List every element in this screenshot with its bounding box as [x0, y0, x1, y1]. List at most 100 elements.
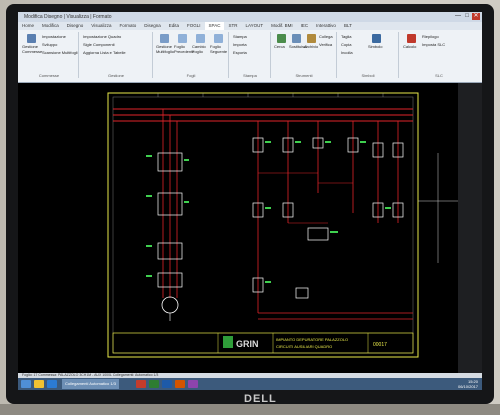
importa-button[interactable]: Importa [233, 42, 247, 47]
minimize-button[interactable]: — [454, 13, 462, 20]
symbol-icon [371, 34, 381, 43]
ribbon-group-label: Strumenti [295, 73, 313, 78]
scansione-multifogli-button[interactable]: Scansione Multifogli [42, 50, 78, 55]
title-block: GRIN IMPIANTO DEPURATORE PALAZZOLO CIRCU… [112, 332, 414, 354]
impostazione-button[interactable]: Impostazione [42, 34, 66, 39]
ribbon-group-commesse: Gestione Commesse Impostazione Sviluppo … [20, 32, 79, 78]
clock-date: 06/10/2017 [457, 384, 478, 389]
tab-interattivo[interactable]: Interattivo [312, 22, 340, 30]
browser-icon[interactable] [47, 380, 57, 388]
ribbon-group-slc: Calcolo Riepilogo Imposta SLC SLC [400, 32, 478, 78]
control-wires [257, 121, 413, 320]
tab-str[interactable]: STR [224, 22, 241, 30]
excel-icon[interactable] [149, 380, 159, 388]
copia-button[interactable]: Copia [341, 42, 351, 47]
sviluppo-button[interactable]: Sviluppo [42, 42, 57, 47]
gestione-multifoglio-button[interactable]: Gestione Multifoglio [156, 34, 174, 54]
replace-icon [291, 34, 301, 43]
control-labels [265, 141, 391, 283]
ribbon-group-stampa: Stampa Importa Esporta Stampa [230, 32, 271, 78]
calculator-icon [406, 34, 416, 43]
taglia-button[interactable]: Taglia [341, 34, 351, 39]
ribbon-group-label: Simboli [361, 73, 375, 78]
folder-icon [26, 34, 36, 43]
title-bar: Modifica Disegno | Visualizza | Formato … [18, 12, 482, 22]
ribbon-group-label: SLC [435, 73, 443, 78]
ribbon-group-label: Fogli [186, 73, 196, 78]
tab-blt[interactable]: BLT [340, 22, 356, 30]
imposta-slc-button[interactable]: Imposta SLC [422, 42, 445, 47]
arrow-right-icon [213, 34, 223, 43]
ribbon-tabs: Home Modifica Disegno Visualizza Formato… [18, 22, 482, 30]
tab-iec[interactable]: IEC [297, 22, 313, 30]
ribbon-group-label: Gestione [107, 73, 124, 78]
drawing-canvas[interactable]: GRIN IMPIANTO DEPURATORE PALAZZOLO CIRCU… [18, 83, 458, 373]
tab-spac[interactable]: SPAC [204, 22, 225, 30]
app-icon[interactable] [188, 380, 198, 388]
tab-modifica[interactable]: Modifica [38, 22, 63, 30]
tab-formato[interactable]: Formato [115, 22, 140, 30]
tab-visualizza[interactable]: Visualizza [87, 22, 115, 30]
tab-disegno[interactable]: Disegno [63, 22, 88, 30]
foglio-seguente-button[interactable]: Foglio Seguente [210, 34, 227, 54]
ribbon-group-label: Stampa [243, 73, 257, 78]
tab-modif-bmi[interactable]: Modif. BMI [267, 22, 297, 30]
riepilogo-button[interactable]: Riepilogo [422, 34, 439, 39]
sheet-inner-border [112, 96, 414, 354]
word-icon[interactable] [162, 380, 172, 388]
ribbon-group-simboli: Taglia Copia Incolla Simbolo Simboli [338, 32, 399, 78]
ribbon-group-strumenti: Cerca Sostituisci Archivio Collega Verif… [272, 32, 337, 78]
sostituisci-button[interactable]: Sostituisci [289, 34, 307, 49]
archivio-button[interactable]: Archivio [304, 34, 318, 49]
aggiorna-liste-button[interactable]: Aggiorna Lista e Tabelle [83, 50, 126, 55]
archive-icon [306, 34, 316, 43]
title-block-description-2: CIRCUITI AUSILIARI QUADRO [276, 344, 332, 349]
explorer-icon[interactable] [34, 380, 44, 388]
ribbon-group-label: Commesse [38, 73, 60, 78]
tab-fogli[interactable]: FOGLI [183, 22, 205, 30]
tab-home[interactable]: Home [18, 22, 38, 30]
sheets-icon [159, 34, 169, 43]
taskbar-clock[interactable]: 15:20 06/10/2017 [458, 379, 478, 389]
column-markers [157, 93, 384, 97]
ribbon-group-gestione: Impostazione Quadro Sigle Componenti Agg… [80, 32, 153, 78]
esporta-button[interactable]: Esporta [233, 50, 247, 55]
foglio-precedente-button[interactable]: Foglio Precedente [174, 34, 194, 54]
cerca-button[interactable]: Cerca [274, 34, 288, 49]
schematic-drawing[interactable]: GRIN IMPIANTO DEPURATORE PALAZZOLO CIRCU… [18, 83, 458, 373]
impostazione-quadro-button[interactable]: Impostazione Quadro [83, 34, 121, 39]
task-active-window[interactable]: Collegamenti Automatico 1/3 [62, 379, 119, 389]
gestione-commesse-button[interactable]: Gestione Commesse [22, 34, 42, 54]
desk-surface [0, 404, 500, 415]
verifica-button[interactable]: Verifica [319, 42, 332, 47]
tab-edita[interactable]: Edita [165, 22, 183, 30]
taskbar: Collegamenti Automatico 1/3 15:20 06/10/… [18, 378, 482, 390]
screen: Modifica Disegno | Visualizza | Formato … [18, 12, 482, 390]
title-block-description-1: IMPIANTO DEPURATORE PALAZZOLO [276, 337, 348, 342]
title-block-sheet-number: 00017 [373, 342, 387, 348]
ribbon-group-fogli: Gestione Multifoglio Foglio Precedente C… [154, 32, 229, 78]
start-icon[interactable] [21, 380, 31, 388]
calcolo-button[interactable]: Calcolo [403, 34, 419, 49]
maximize-button[interactable]: □ [463, 13, 471, 20]
motor-feeder-wires [162, 109, 178, 298]
powerpoint-icon[interactable] [175, 380, 185, 388]
ribbon: Gestione Commesse Impostazione Sviluppo … [18, 30, 482, 83]
incolla-button[interactable]: Incolla [341, 50, 353, 55]
arrow-left-icon [177, 34, 187, 43]
title-block-company: GRIN [236, 339, 259, 349]
sheet-icon [195, 34, 205, 43]
collega-button[interactable]: Collega [319, 34, 333, 39]
stampa-button[interactable]: Stampa [233, 34, 247, 39]
window-title: Modifica Disegno | Visualizza | Formato [24, 14, 112, 20]
power-busbars [113, 108, 413, 122]
close-button[interactable]: ✕ [472, 13, 480, 20]
sigle-componenti-button[interactable]: Sigle Componenti [83, 42, 115, 47]
pdf-icon[interactable] [136, 380, 146, 388]
side-panel[interactable] [458, 83, 482, 373]
simbolo-button[interactable]: Simbolo [368, 34, 384, 49]
sheet-frame [107, 92, 419, 358]
cambio-foglio-button[interactable]: Cambio Foglio [192, 34, 208, 54]
tab-disegna[interactable]: Disegna [140, 22, 165, 30]
tab-layout[interactable]: LAYOUT [241, 22, 267, 30]
